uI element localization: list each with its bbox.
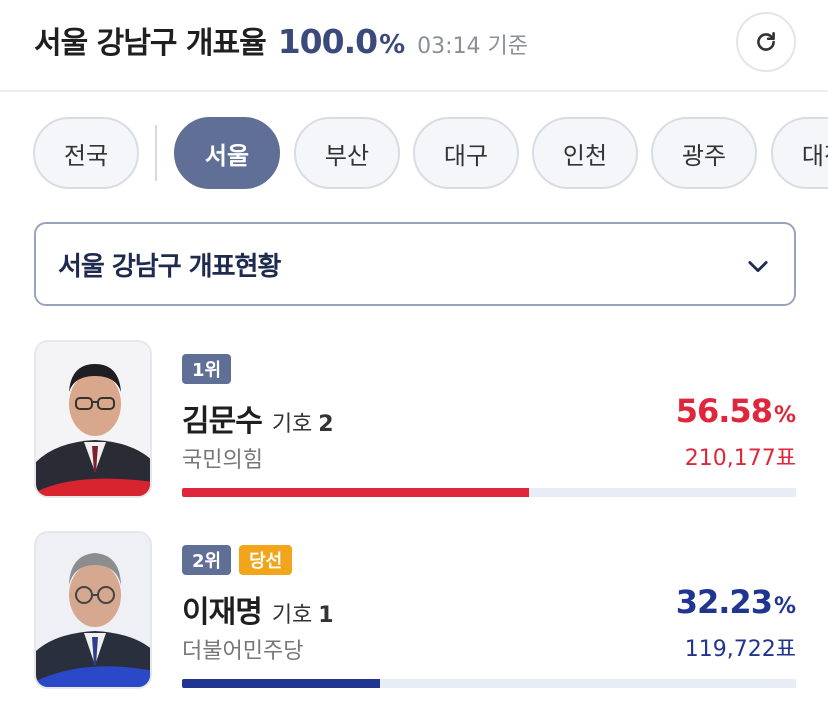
party-name: 국민의힘 [182, 448, 263, 473]
vote-percent-unit: % [773, 594, 796, 619]
count-rate: 100.0 [277, 22, 378, 61]
candidate-name-row: 김문수 기호 2 [182, 396, 334, 440]
count-rate-unit: % [379, 30, 406, 60]
tab-busan[interactable]: 부산 [294, 117, 400, 189]
rank-badge: 2위 [182, 545, 232, 575]
vote-percent: 32.23 % [676, 583, 796, 621]
candidate-number-label: 기호 [271, 603, 313, 628]
candidate-name: 김문수 [182, 404, 263, 439]
district-select[interactable]: 서울 강남구 개표현황 [34, 222, 796, 306]
region-tabs: 전국 서울 부산 대구 인천 광주 대전 [0, 117, 828, 189]
page-title: 서울 강남구 개표율 100.0 % 03:14 기준 [34, 18, 528, 62]
tab-nationwide[interactable]: 전국 [33, 117, 139, 189]
badge-row: 2위 당선 [182, 545, 293, 575]
tab-gwangju[interactable]: 광주 [651, 117, 757, 189]
tab-daejeon[interactable]: 대전 [771, 117, 828, 189]
vote-count: 210,177표 [684, 446, 796, 471]
candidate-card[interactable]: 1위 김문수 기호 2 국민의힘 56.58 % 210,177표 [0, 340, 828, 510]
header-bar: 서울 강남구 개표율 100.0 % 03:14 기준 [0, 0, 828, 92]
candidate-number: 2 [318, 412, 334, 437]
refresh-icon [757, 32, 775, 51]
candidate-name: 이재명 [182, 595, 263, 630]
winner-badge: 당선 [239, 545, 293, 575]
candidate-photo [34, 340, 152, 498]
candidate-card[interactable]: 2위 당선 이재명 기호 1 더불어민주당 32.23 % 119,722표 [0, 531, 828, 701]
vote-percent-value: 32.23 [675, 583, 773, 621]
candidate-number-label: 기호 [271, 412, 313, 437]
candidate-name-row: 이재명 기호 1 [182, 587, 334, 631]
vote-percent-unit: % [773, 403, 796, 428]
vote-share-fill [182, 488, 530, 497]
vote-percent-value: 56.58 [675, 392, 773, 430]
refresh-button[interactable] [736, 12, 796, 72]
vote-count: 119,722표 [684, 637, 796, 662]
vote-share-bar [182, 488, 796, 497]
vote-share-fill [182, 679, 380, 688]
update-time: 03:14 기준 [417, 34, 529, 59]
vote-share-bar [182, 679, 796, 688]
tab-divider [155, 125, 157, 181]
tab-daegu[interactable]: 대구 [413, 117, 519, 189]
vote-percent: 56.58 % [676, 392, 796, 430]
candidate-number: 1 [318, 603, 334, 628]
tab-seoul[interactable]: 서울 [174, 117, 280, 189]
tab-incheon[interactable]: 인천 [532, 117, 638, 189]
candidate-photo [34, 531, 152, 689]
chevron-down-icon [748, 261, 768, 273]
party-name: 더불어민주당 [182, 639, 304, 664]
region-title: 서울 강남구 개표율 [34, 26, 267, 61]
district-select-label: 서울 강남구 개표현황 [58, 251, 281, 282]
badge-row: 1위 [182, 354, 232, 384]
rank-badge: 1위 [182, 354, 232, 384]
